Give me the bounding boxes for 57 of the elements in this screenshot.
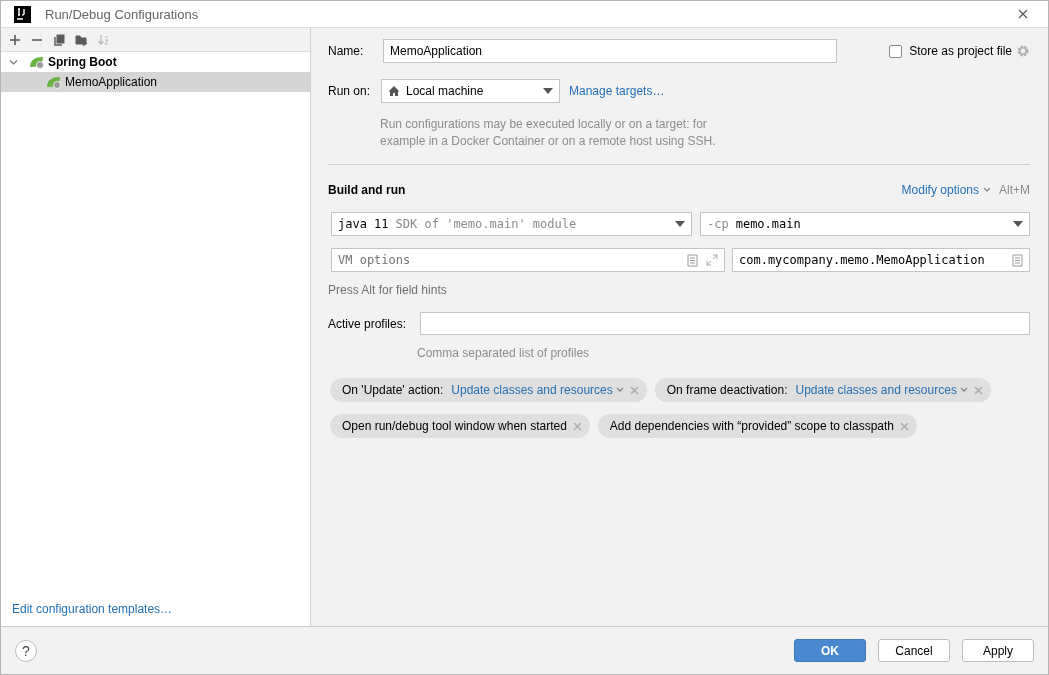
- dialog-button[interactable]: OK: [794, 639, 866, 662]
- hint-text: Comma separated list of profiles: [417, 346, 591, 360]
- option-value-link[interactable]: Update classes and resources: [795, 383, 968, 397]
- modify-options-link[interactable]: Modify options: [901, 183, 991, 197]
- expand-icon[interactable]: [706, 254, 718, 266]
- spring-leaf-icon: [29, 55, 45, 69]
- field-label: Active profiles:: [328, 316, 408, 331]
- vm-options-input[interactable]: VM options: [338, 253, 679, 267]
- dropdown-arrow-icon: [1013, 221, 1023, 227]
- name-field[interactable]: MemoApplication: [383, 39, 837, 63]
- document-icon[interactable]: [687, 253, 698, 267]
- option-label: On frame deactivation:: [666, 383, 788, 397]
- home-icon: [388, 85, 400, 97]
- hint-text: Run configurations may be executed locally or on a target: for example in a Docker Container or on a remote host using SSH.: [380, 116, 717, 150]
- classpath-dropdown[interactable]: -cp memo.main: [700, 212, 1030, 236]
- dialog-button[interactable]: Apply: [962, 639, 1034, 662]
- document-icon[interactable]: [1012, 253, 1023, 267]
- option-label: Add dependencies with “provided” scope to classpath: [609, 419, 894, 433]
- gear-icon[interactable]: [1016, 44, 1030, 58]
- add-icon[interactable]: [9, 33, 21, 46]
- dropdown-arrow-icon: [675, 221, 685, 227]
- manage-targets-link[interactable]: Manage targets…: [569, 84, 665, 98]
- checkbox-label: Store as project file: [909, 44, 1012, 58]
- chevron-icon[interactable]: [9, 57, 18, 67]
- active-profiles-field[interactable]: [420, 312, 1030, 335]
- new-folder-icon[interactable]: [75, 33, 87, 46]
- field-label: Run on:: [328, 84, 372, 98]
- option-label: On 'Update' action:: [342, 383, 444, 397]
- hint-text: Press Alt for field hints: [328, 283, 448, 297]
- templates-link[interactable]: Edit configuration templates…: [12, 602, 173, 616]
- jre-dropdown[interactable]: java 11 SDK of 'memo.main' module: [331, 212, 692, 236]
- option-chip[interactable]: Add dependencies with “provided” scope to classpath: [597, 414, 917, 438]
- close-icon[interactable]: [1018, 9, 1028, 19]
- option-chip[interactable]: On 'Update' action: Update classes and resources: [330, 378, 647, 402]
- shortcut-hint: Alt+M: [999, 183, 1030, 197]
- chevron-icon: [983, 187, 991, 193]
- tree-item[interactable]: Spring Boot: [1, 52, 310, 72]
- section-title: Build and run: [328, 183, 406, 197]
- copy-icon[interactable]: [53, 33, 65, 46]
- field-label: Name:: [328, 44, 365, 58]
- checkbox[interactable]: [889, 44, 903, 58]
- window-title: Run/Debug Configurations: [45, 6, 200, 22]
- run-on-dropdown[interactable]: Local machine: [381, 79, 560, 103]
- chevron-icon: [615, 387, 624, 393]
- main-class-field[interactable]: com.mycompany.memo.MemoApplication: [732, 248, 1030, 272]
- chevron-icon: [959, 387, 968, 393]
- option-value-link[interactable]: Update classes and resources: [451, 383, 624, 397]
- app-logo-icon: [14, 5, 31, 23]
- dropdown-arrow-icon: [543, 88, 553, 94]
- help-button[interactable]: ?: [15, 639, 37, 662]
- option-chip[interactable]: Open run/debug tool window when started: [330, 414, 590, 438]
- tree-item[interactable]: MemoApplication: [1, 72, 310, 92]
- option-label: Open run/debug tool window when started: [342, 419, 567, 433]
- dialog-button[interactable]: Cancel: [878, 639, 950, 662]
- vm-options-field[interactable]: VM options: [331, 248, 725, 272]
- option-chip[interactable]: On frame deactivation: Update classes and resources: [654, 378, 991, 402]
- spring-leaf-icon: [46, 75, 62, 89]
